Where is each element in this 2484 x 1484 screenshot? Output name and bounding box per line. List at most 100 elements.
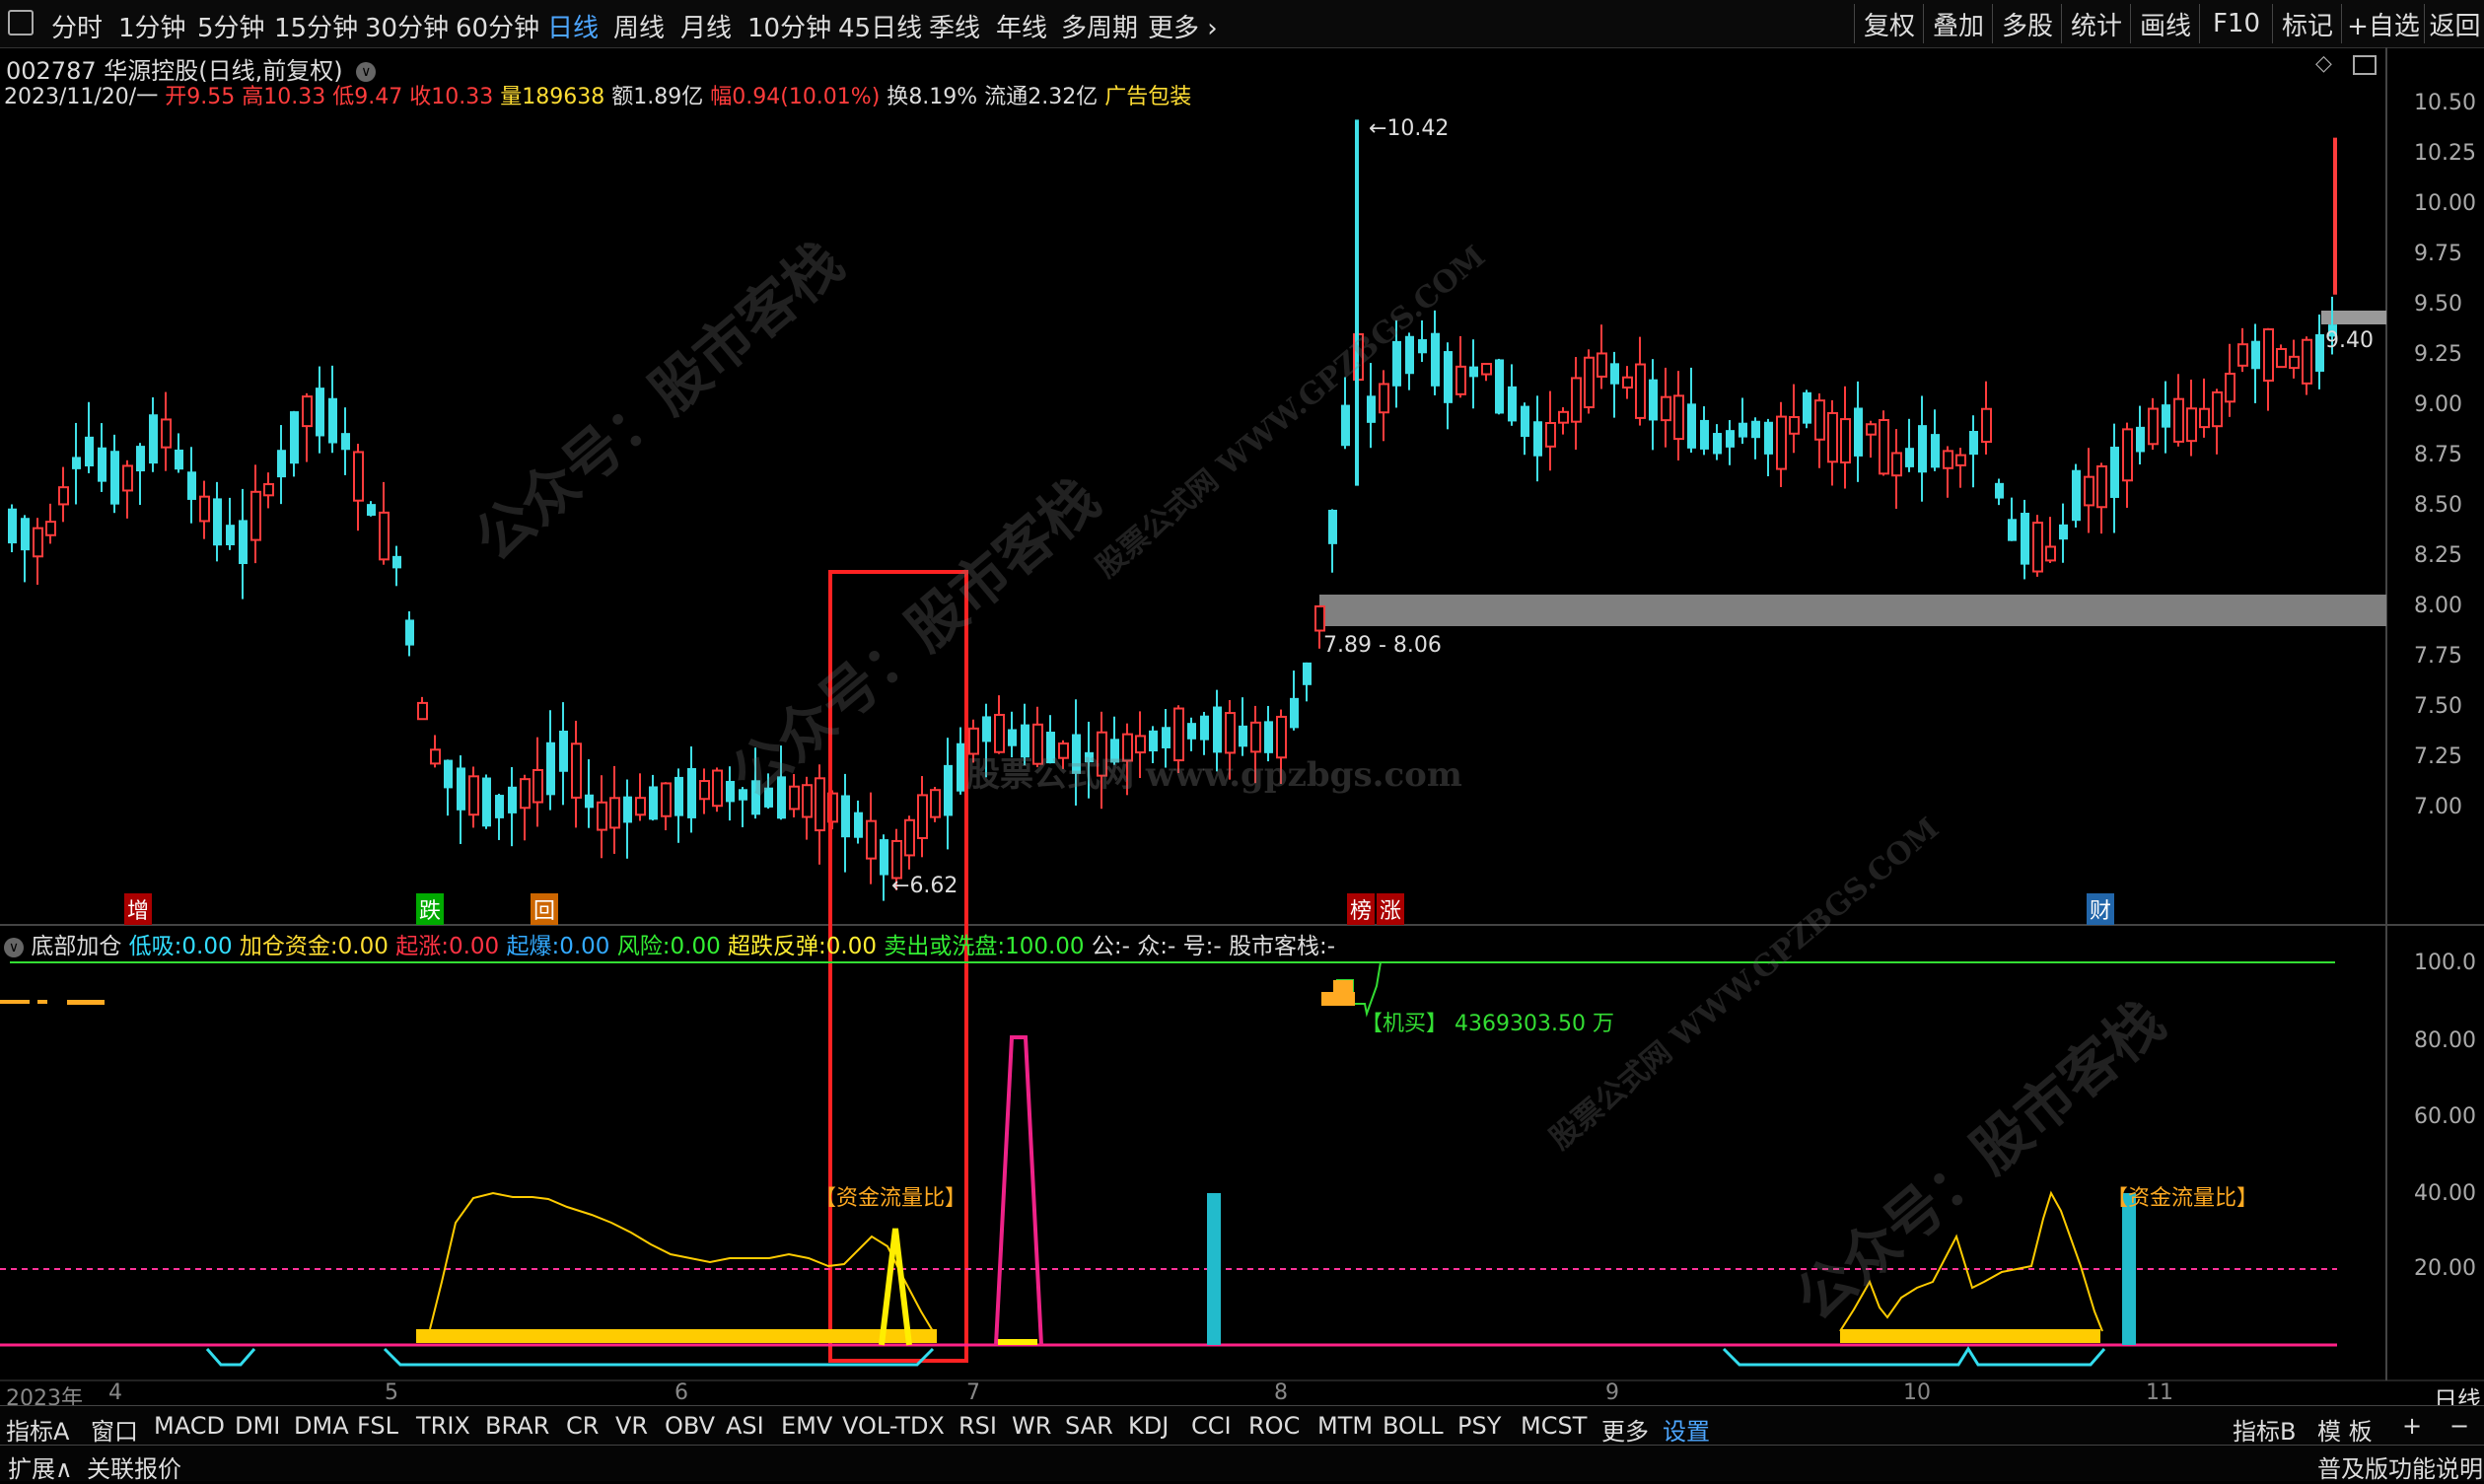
candle-body: [21, 518, 30, 551]
price-tick-725: 7.25: [2414, 744, 2462, 769]
tab-cci[interactable]: CCI: [1191, 1412, 1232, 1440]
candle-body: [944, 764, 953, 816]
ind-zhong-label: 众:: [1137, 934, 1168, 959]
candle-body: [1840, 418, 1851, 464]
tab-fsl[interactable]: FSL: [357, 1412, 398, 1440]
tab-more[interactable]: 更多: [1601, 1412, 1649, 1447]
tab-psy[interactable]: PSY: [1457, 1412, 1501, 1440]
tab-brar[interactable]: BRAR: [485, 1412, 549, 1440]
zoom-out-button[interactable]: −: [2449, 1412, 2469, 1440]
arrow-left-icon: ←: [1369, 116, 1387, 141]
candle-body: [2045, 545, 2056, 562]
price-tick-825: 8.25: [2414, 543, 2462, 568]
candle-body: [546, 742, 555, 796]
candle-body: [854, 812, 863, 838]
marker-zhang[interactable]: 涨: [1377, 893, 1405, 925]
arrow-left-icon: ←: [891, 874, 910, 898]
tab-obv[interactable]: OBV: [665, 1412, 715, 1440]
candle-body: [1931, 434, 1940, 468]
marker-die[interactable]: 跌: [416, 893, 445, 925]
candle-body: [1239, 725, 1247, 747]
candle-body: [1469, 366, 1478, 378]
tab-rsi[interactable]: RSI: [958, 1412, 997, 1440]
candle-body: [559, 731, 568, 772]
tab-cr[interactable]: CR: [566, 1412, 599, 1440]
tab-trix[interactable]: TRIX: [416, 1412, 470, 1440]
tab-settings[interactable]: 设置: [1663, 1412, 1710, 1447]
candle-body: [263, 483, 274, 497]
candle-body: [2032, 522, 2043, 573]
chevron-down-icon[interactable]: ∨: [4, 937, 24, 957]
candle-body: [430, 748, 441, 765]
tab-mcst[interactable]: MCST: [1521, 1412, 1587, 1440]
time-label-jun: 6: [674, 1380, 688, 1405]
price-tick-925: 9.25: [2414, 342, 2462, 367]
candle-body: [1955, 454, 1966, 466]
marker-bang[interactable]: 榜: [1347, 893, 1376, 925]
tab-dmi[interactable]: DMI: [235, 1412, 280, 1440]
tab-window[interactable]: 窗口: [91, 1412, 138, 1447]
help-link[interactable]: 普及版功能说明: [2317, 1449, 2483, 1484]
time-label-aug: 8: [1274, 1380, 1288, 1405]
tab-vr[interactable]: VR: [615, 1412, 648, 1440]
dixi-bar-2: [2122, 1193, 2136, 1345]
tab-macd[interactable]: MACD: [154, 1412, 225, 1440]
candle-body: [290, 411, 299, 464]
tab-template[interactable]: 模 板: [2317, 1412, 2373, 1447]
trough-1: [205, 1348, 256, 1367]
candle-body: [2021, 513, 2029, 565]
time-label-nov: 11: [2146, 1380, 2173, 1405]
ind-jiacang-value: 0.00: [337, 934, 389, 959]
status-bar: 扩展∧ 关联报价 普及版功能说明: [0, 1445, 2484, 1484]
marker-cai[interactable]: 财: [2087, 893, 2115, 925]
candle-body: [982, 716, 991, 742]
candle-body: [482, 777, 491, 827]
candle-body: [1635, 363, 1646, 419]
candle-body: [457, 767, 465, 811]
candle-body: [328, 397, 337, 444]
candle-body: [226, 525, 235, 545]
expand-button[interactable]: 扩展∧: [8, 1449, 73, 1484]
candle-body: [45, 521, 56, 536]
candle-body: [136, 446, 145, 472]
marker-zeng[interactable]: 增: [124, 893, 153, 925]
related-quotes-button[interactable]: 关联报价: [87, 1449, 181, 1484]
candle-body: [1558, 410, 1569, 424]
candle-body: [277, 450, 286, 478]
tab-kdj[interactable]: KDJ: [1128, 1412, 1169, 1440]
candle-body: [2186, 407, 2197, 443]
tab-sar[interactable]: SAR: [1065, 1412, 1113, 1440]
tab-boll[interactable]: BOLL: [1383, 1412, 1444, 1440]
marker-hui[interactable]: 回: [531, 893, 559, 925]
time-label-sep: 9: [1605, 1380, 1619, 1405]
ind-fengxian-label: 风险:: [616, 934, 671, 959]
high-annotation-value: 10.42: [1386, 116, 1450, 141]
candle-body: [904, 818, 915, 857]
candle-body: [1367, 395, 1376, 423]
tab-indicator-a[interactable]: 指标A: [6, 1412, 69, 1447]
ind-gong-label: 公:: [1091, 934, 1122, 959]
ind-qizhang-value: 0.00: [448, 934, 500, 959]
tab-emv[interactable]: EMV: [781, 1412, 832, 1440]
tab-vol-tdx[interactable]: VOL-TDX: [842, 1412, 945, 1440]
candle-body: [417, 701, 428, 721]
candle-body: [1213, 706, 1222, 753]
tab-roc[interactable]: ROC: [1248, 1412, 1300, 1440]
candle-body: [687, 767, 696, 818]
time-label-apr: 4: [108, 1380, 122, 1405]
candle-body: [1854, 407, 1863, 457]
candle-body: [175, 449, 183, 470]
tab-mtm[interactable]: MTM: [1317, 1412, 1373, 1440]
tab-indicator-b[interactable]: 指标B: [2233, 1412, 2296, 1447]
tab-asi[interactable]: ASI: [726, 1412, 764, 1440]
tab-dma[interactable]: DMA: [294, 1412, 349, 1440]
tab-wr[interactable]: WR: [1012, 1412, 1051, 1440]
zoom-in-button[interactable]: +: [2402, 1412, 2422, 1440]
jimai-bar-top: [1333, 980, 1353, 994]
candle-body: [699, 780, 710, 801]
ind-tick-20: 20.00: [2414, 1256, 2476, 1281]
indicator-name: 底部加仓: [31, 934, 122, 959]
price-tick-975: 9.75: [2414, 242, 2462, 266]
qizhang-base: [998, 1339, 1037, 1345]
ind-gong-value: -: [1121, 934, 1130, 959]
